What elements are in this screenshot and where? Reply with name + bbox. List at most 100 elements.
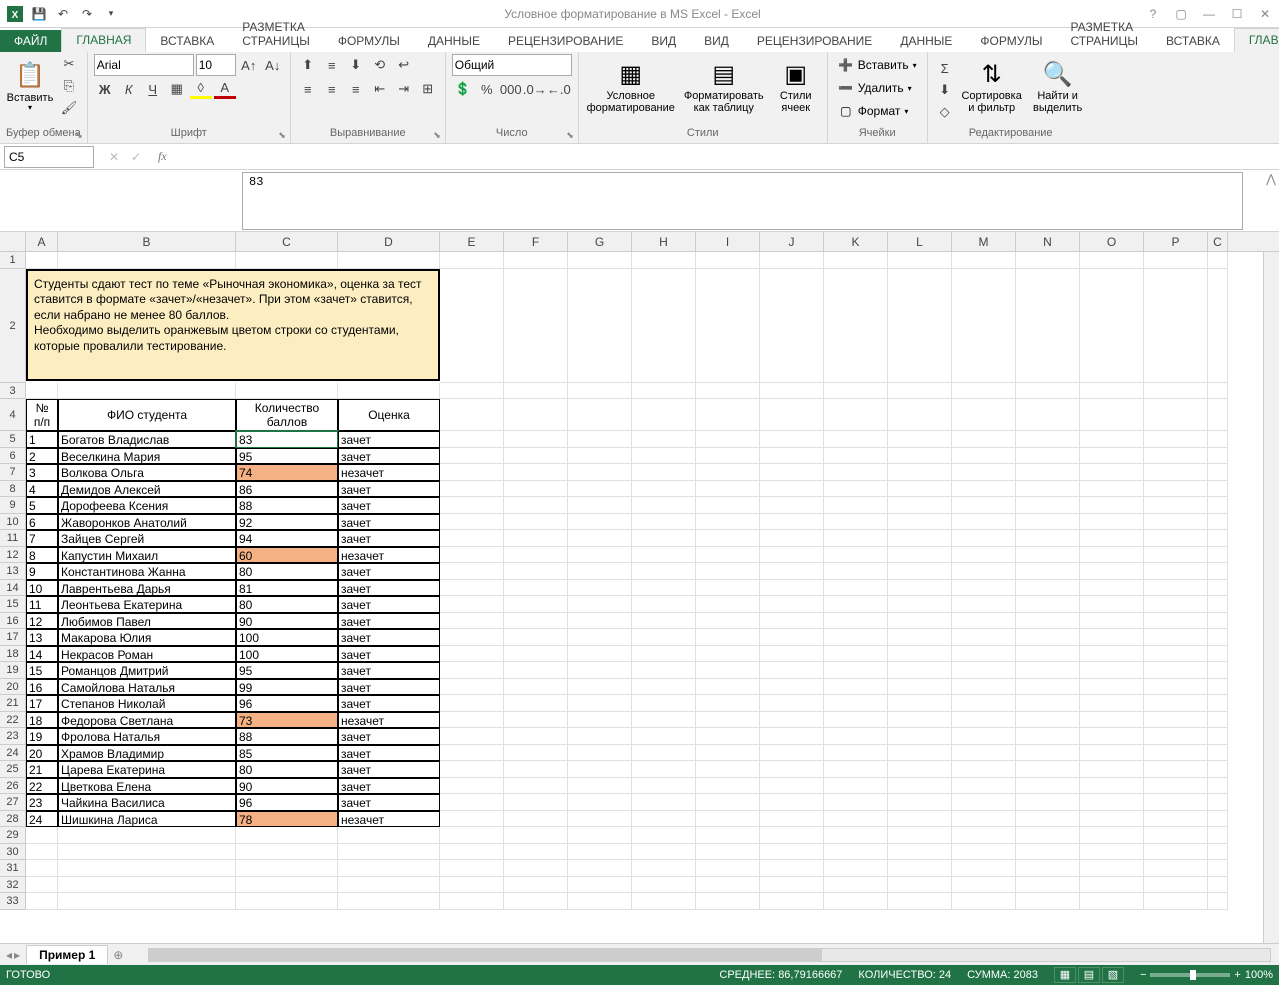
cell[interactable] [632,712,696,729]
row-header[interactable]: 30 [0,844,26,861]
cancel-formula-icon[interactable]: ✕ [104,150,124,164]
cell[interactable] [760,563,824,580]
cell[interactable] [1080,629,1144,646]
cell[interactable] [824,399,888,431]
cell[interactable] [888,745,952,762]
cell[interactable] [632,448,696,465]
cell[interactable] [504,629,568,646]
cell[interactable] [1016,679,1080,696]
cell[interactable] [696,530,760,547]
cell[interactable]: 13 [26,629,58,646]
zoom-level[interactable]: 100% [1245,969,1273,981]
cell[interactable] [696,761,760,778]
cell[interactable] [824,497,888,514]
cell[interactable] [1080,399,1144,431]
cell[interactable] [26,893,58,910]
tab-вид[interactable]: ВИД [690,30,743,52]
insert-cells-button[interactable]: ➕Вставить▾ [834,54,921,76]
cell[interactable] [888,811,952,828]
row-header[interactable]: 25 [0,761,26,778]
vertical-scrollbar[interactable] [1263,252,1279,943]
cell[interactable] [58,893,236,910]
cell[interactable]: 88 [236,728,338,745]
column-header[interactable]: I [696,232,760,251]
cell[interactable]: 19 [26,728,58,745]
cell[interactable] [26,383,58,400]
cell[interactable] [888,464,952,481]
cell[interactable] [824,745,888,762]
column-header[interactable]: O [1080,232,1144,251]
cell[interactable] [952,745,1016,762]
cell[interactable] [568,613,632,630]
cell[interactable] [632,497,696,514]
cell[interactable] [568,464,632,481]
cell[interactable] [1080,662,1144,679]
increase-font-icon[interactable]: A↑ [238,55,260,75]
cell[interactable] [632,893,696,910]
column-header[interactable]: P [1144,232,1208,251]
cell[interactable] [1144,695,1208,712]
cell[interactable] [568,481,632,498]
cell[interactable] [952,794,1016,811]
column-header[interactable]: M [952,232,1016,251]
cell[interactable] [1208,679,1228,696]
cell[interactable] [760,383,824,400]
cell[interactable]: 80 [236,596,338,613]
cell[interactable]: 86 [236,481,338,498]
cell[interactable] [1208,811,1228,828]
cell[interactable] [1208,712,1228,729]
cell[interactable] [952,827,1016,844]
font-color-icon[interactable]: A [214,79,236,99]
cell[interactable] [1144,497,1208,514]
add-sheet-icon[interactable]: ⊕ [108,948,128,962]
cell[interactable] [760,695,824,712]
cell[interactable] [888,662,952,679]
cell[interactable] [824,563,888,580]
cell[interactable] [632,580,696,597]
cell[interactable] [952,383,1016,400]
bold-icon[interactable]: Ж [94,79,116,99]
cell[interactable] [760,811,824,828]
row-header[interactable]: 29 [0,827,26,844]
row-header[interactable]: 8 [0,481,26,498]
cell[interactable] [632,530,696,547]
cell[interactable]: 99 [236,679,338,696]
cell[interactable] [1080,860,1144,877]
cell[interactable] [952,877,1016,894]
format-cells-button[interactable]: ▢Формат▾ [834,100,921,122]
cell[interactable] [568,662,632,679]
formula-bar[interactable] [242,172,1243,230]
cell[interactable] [440,877,504,894]
cell[interactable] [1016,695,1080,712]
cell[interactable] [568,695,632,712]
zoom-in-icon[interactable]: + [1234,969,1240,981]
cell[interactable] [58,827,236,844]
cell[interactable]: зачет [338,629,440,646]
cell[interactable] [632,613,696,630]
cell[interactable] [1016,547,1080,564]
cell[interactable] [888,580,952,597]
cell[interactable] [952,662,1016,679]
cell[interactable]: зачет [338,481,440,498]
cell[interactable] [696,646,760,663]
cell[interactable] [696,563,760,580]
cell[interactable] [760,728,824,745]
cell[interactable] [1016,563,1080,580]
cell[interactable]: 60 [236,547,338,564]
cell[interactable] [236,893,338,910]
align-bottom-icon[interactable]: ⬇ [345,55,367,75]
cell[interactable] [440,431,504,448]
column-header[interactable]: C [236,232,338,251]
cell[interactable] [1080,580,1144,597]
cell[interactable]: незачет [338,712,440,729]
cell[interactable]: зачет [338,662,440,679]
cell[interactable] [568,877,632,894]
cell[interactable]: 17 [26,695,58,712]
cell[interactable] [952,563,1016,580]
cell[interactable] [338,383,440,400]
cell[interactable] [824,860,888,877]
row-header[interactable]: 15 [0,596,26,613]
cell-styles-button[interactable]: ▣ Стили ячеек [771,54,821,122]
tab-главная[interactable]: ГЛАВНАЯ [1234,28,1279,52]
fill-icon[interactable]: ⬇ [934,80,956,100]
